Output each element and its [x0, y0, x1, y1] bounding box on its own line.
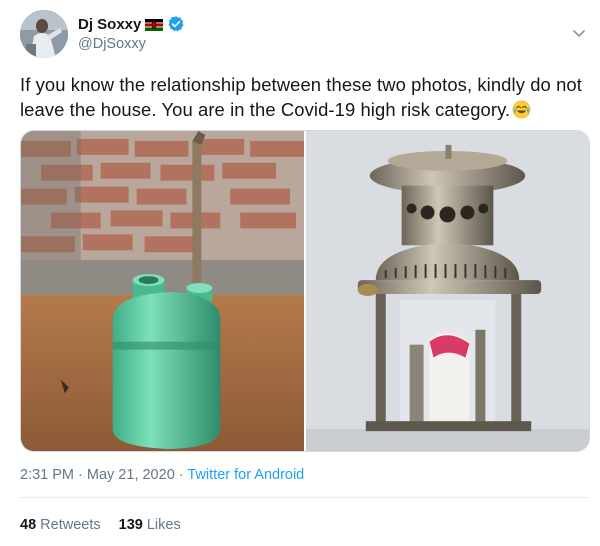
chevron-down-icon[interactable] [570, 24, 588, 42]
retweets-stat[interactable]: 48 Retweets [20, 517, 101, 533]
tweet-time[interactable]: 2:31 PM [20, 467, 74, 483]
likes-count: 139 [118, 517, 143, 533]
tweet-media [20, 130, 590, 452]
likes-stat[interactable]: 139 Likes [119, 517, 181, 533]
kenya-flag-icon [145, 18, 164, 31]
likes-label: Likes [146, 517, 181, 533]
meta-separator: · [74, 467, 87, 483]
tweet-meta: 2:31 PM · May 21, 2020 · Twitter for And… [20, 467, 304, 483]
user-handle[interactable]: @DjSoxxy [78, 36, 185, 52]
tweet-source-link[interactable]: Twitter for Android [187, 467, 304, 483]
photo-gas-cylinder[interactable] [21, 131, 304, 451]
avatar[interactable] [20, 10, 68, 58]
tweet-stats: 48 Retweets 139 Likes [20, 517, 181, 533]
retweets-count: 48 [20, 517, 37, 533]
tweet-body: If you know the relationship between the… [20, 74, 582, 120]
tweet-date[interactable]: May 21, 2020 [87, 467, 175, 483]
retweets-label: Retweets [40, 517, 101, 533]
face-with-tears-of-joy-icon [512, 100, 531, 119]
display-name[interactable]: Dj Soxxy [78, 16, 141, 33]
tweet-header: Dj Soxxy @DjSoxxy [20, 8, 588, 60]
meta-separator: · [174, 467, 188, 483]
divider [20, 497, 588, 498]
tweet-text: If you know the relationship between the… [20, 73, 585, 122]
photo-pressure-lamp[interactable] [306, 131, 589, 451]
verified-badge-icon [167, 15, 185, 33]
